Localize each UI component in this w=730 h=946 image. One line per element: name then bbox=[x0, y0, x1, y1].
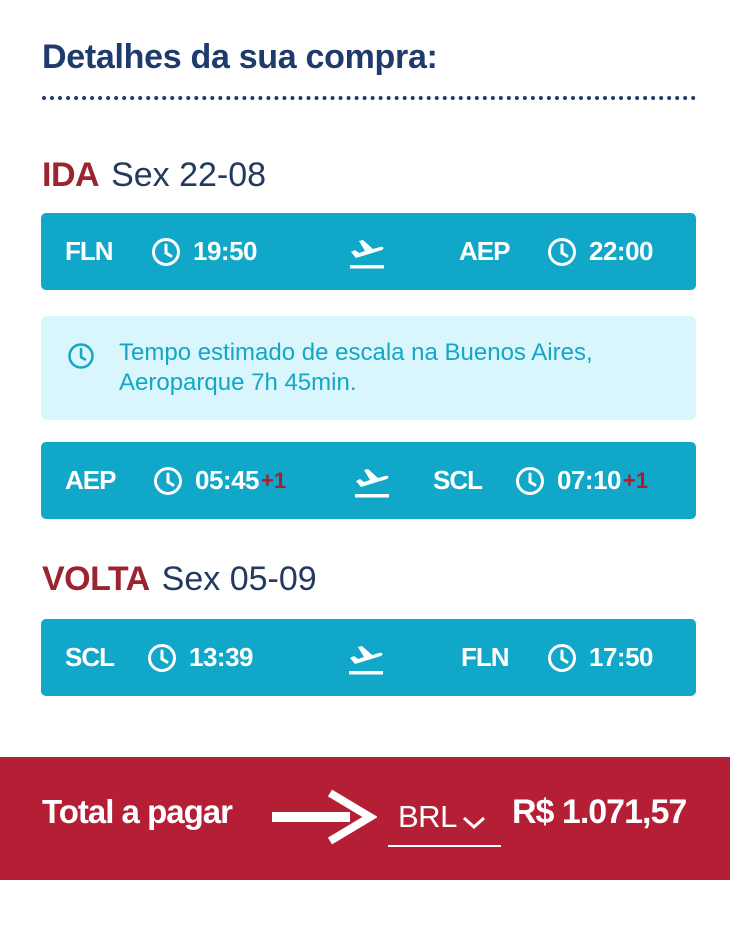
next-day-indicator: +1 bbox=[623, 467, 649, 493]
total-label: Total a pagar bbox=[42, 793, 233, 830]
outbound-date: Sex 22-08 bbox=[111, 156, 267, 194]
departure-time: 19:50 bbox=[193, 236, 258, 266]
currency-select[interactable]: BRL bbox=[388, 795, 501, 847]
return-label: VOLTA bbox=[42, 560, 150, 598]
departure-airport: AEP bbox=[65, 465, 116, 495]
airplane-takeoff-icon bbox=[349, 646, 383, 675]
title-divider bbox=[42, 96, 696, 100]
clock-icon bbox=[547, 237, 577, 267]
arrival-time: 07:10 bbox=[557, 465, 622, 495]
layover-info: Tempo estimado de escala na Buenos Aires… bbox=[41, 316, 696, 420]
arrival-airport: AEP bbox=[459, 236, 510, 266]
clock-icon bbox=[147, 643, 177, 673]
clock-icon bbox=[547, 643, 577, 673]
total-bar: Total a pagar BRL R$ 1.071,57 bbox=[0, 757, 730, 880]
return-header: VOLTA Sex 05-09 bbox=[42, 560, 317, 599]
arrival-airport: SCL bbox=[433, 465, 483, 495]
departure-airport: SCL bbox=[65, 642, 115, 672]
clock-icon bbox=[153, 466, 183, 496]
currency-value: BRL bbox=[398, 799, 457, 834]
flight-segment[interactable]: FLN 19:50 AEP 22:00 bbox=[41, 213, 696, 290]
arrival-time: 17:50 bbox=[589, 642, 654, 672]
airplane-takeoff-icon bbox=[350, 240, 384, 269]
arrival-airport: FLN bbox=[461, 642, 510, 672]
outbound-header: IDA Sex 22-08 bbox=[42, 156, 266, 195]
total-amount: R$ 1.071,57 bbox=[512, 793, 687, 831]
layover-text: Tempo estimado de escala na Buenos Aires… bbox=[119, 338, 689, 398]
return-date: Sex 05-09 bbox=[161, 560, 317, 598]
departure-airport: FLN bbox=[65, 236, 114, 266]
arrow-right-icon bbox=[272, 789, 377, 845]
flight-segment[interactable]: SCL 13:39 FLN 17:50 bbox=[41, 619, 696, 696]
outbound-label: IDA bbox=[42, 156, 100, 194]
flight-segment[interactable]: AEP 05:45 +1 SCL 07:10 +1 bbox=[41, 442, 696, 519]
page-title: Detalhes da sua compra: bbox=[42, 38, 438, 76]
departure-time: 05:45 bbox=[195, 465, 260, 495]
chevron-down-icon bbox=[462, 816, 485, 830]
clock-icon bbox=[68, 343, 94, 369]
next-day-indicator: +1 bbox=[261, 467, 287, 493]
clock-icon bbox=[515, 466, 545, 496]
layover-line-1: Tempo estimado de escala na Buenos Aires… bbox=[119, 339, 593, 366]
clock-icon bbox=[151, 237, 181, 267]
layover-line-2: Aeroparque 7h 45min. bbox=[119, 369, 357, 396]
arrival-time: 22:00 bbox=[589, 236, 654, 266]
airplane-takeoff-icon bbox=[355, 469, 389, 498]
departure-time: 13:39 bbox=[189, 642, 254, 672]
